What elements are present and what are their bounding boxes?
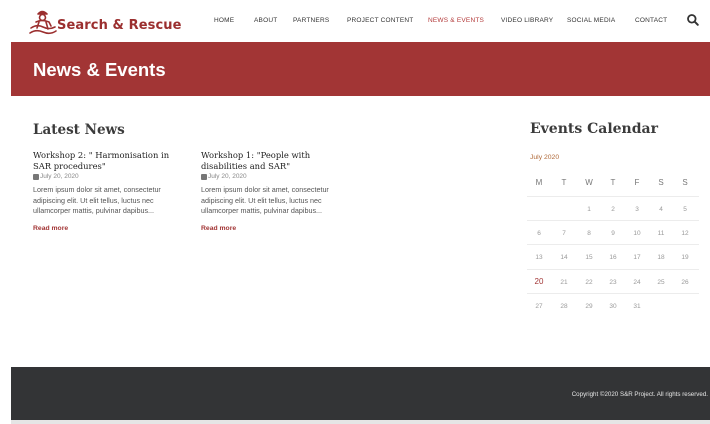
- post-date-text: July 20, 2020: [208, 173, 247, 180]
- calendar-day: 3: [635, 206, 639, 213]
- calendar-day: 8: [587, 230, 591, 238]
- calendar-day: 25: [657, 278, 665, 286]
- calendar-grid: M T W T F S S 1 2 3 4 5 6 7 8 9 10 11 12…: [527, 170, 699, 317]
- bottom-divider: [11, 420, 710, 424]
- calendar-day: 19: [681, 254, 689, 262]
- calendar-day: 30: [609, 302, 617, 310]
- calendar-day: 1: [587, 206, 591, 213]
- weekday-label: M: [535, 178, 543, 187]
- calendar-day: 14: [560, 254, 568, 262]
- calendar-day: 7: [562, 230, 566, 238]
- calendar-day: 16: [609, 254, 617, 262]
- calendar-day: 21: [560, 278, 568, 286]
- post-date: July 20, 2020: [33, 173, 183, 180]
- calendar-day: 11: [657, 230, 665, 238]
- calendar-icon: [33, 173, 39, 180]
- calendar-weekday-row: M T W T F S S: [527, 170, 699, 196]
- calendar-day: 22: [585, 278, 593, 286]
- weekday-label: S: [682, 178, 688, 187]
- weekday-label: T: [610, 178, 616, 187]
- events-calendar-heading: Events Calendar: [530, 121, 658, 137]
- calendar-day: 13: [535, 254, 543, 262]
- weekday-label: F: [634, 178, 640, 187]
- nav-item-contact[interactable]: CONTACT: [635, 17, 667, 24]
- calendar-day: 18: [657, 254, 665, 262]
- calendar-week-row: 13 14 15 16 17 18 19: [527, 244, 699, 268]
- copyright-text: Copyright ©2020 S&R Project. All rights …: [571, 391, 708, 398]
- calendar-day: 9: [611, 230, 615, 238]
- weekday-label: T: [561, 178, 567, 187]
- calendar-day: 26: [681, 278, 689, 286]
- calendar-day: 31: [633, 302, 641, 310]
- read-more-link[interactable]: Read more: [33, 225, 68, 232]
- calendar-month: July 2020: [530, 154, 560, 161]
- main-nav: HOME ABOUT PARTNERS PROJECT CONTENT NEWS…: [0, 0, 710, 42]
- calendar-day: 23: [609, 278, 617, 286]
- page-title: News & Events: [33, 59, 166, 80]
- weekday-label: W: [585, 178, 593, 187]
- nav-item-home[interactable]: HOME: [214, 17, 234, 24]
- calendar-day: 10: [633, 230, 641, 238]
- calendar-icon: [201, 173, 207, 180]
- calendar-day: 27: [535, 302, 543, 310]
- post-excerpt: Lorem ipsum dolor sit amet, consectetur …: [201, 185, 329, 216]
- calendar-day: 6: [537, 230, 541, 238]
- nav-item-news-events[interactable]: NEWS & EVENTS: [428, 17, 484, 24]
- post-title[interactable]: Workshop 2: " Harmonisation in SAR proce…: [33, 150, 183, 172]
- nav-item-about[interactable]: ABOUT: [254, 17, 277, 24]
- post-title[interactable]: Workshop 1: "People with disabilities an…: [201, 150, 351, 172]
- search-icon[interactable]: [686, 13, 700, 27]
- nav-item-partners[interactable]: PARTNERS: [293, 17, 329, 24]
- weekday-label: S: [658, 178, 664, 187]
- calendar-week-row: 27 28 29 30 31: [527, 292, 699, 317]
- calendar-week-row: 6 7 8 9 10 11 12: [527, 220, 699, 244]
- news-post: Workshop 2: " Harmonisation in SAR proce…: [33, 150, 183, 235]
- nav-item-project-content[interactable]: PROJECT CONTENT: [347, 17, 413, 24]
- calendar-day: 5: [683, 206, 687, 213]
- page-banner: News & Events: [11, 42, 710, 96]
- calendar-week-row: 1 2 3 4 5: [527, 196, 699, 220]
- calendar-day: 15: [585, 254, 593, 262]
- calendar-week-row: 20 21 22 23 24 25 26: [527, 268, 699, 293]
- latest-news-heading: Latest News: [33, 122, 125, 138]
- calendar-day: 24: [633, 278, 641, 286]
- calendar-day: 29: [585, 302, 593, 310]
- calendar-day: 2: [611, 206, 615, 213]
- post-date-text: July 20, 2020: [40, 173, 79, 180]
- site-footer: Copyright ©2020 S&R Project. All rights …: [11, 367, 710, 420]
- calendar-day-today[interactable]: 20: [527, 277, 551, 286]
- calendar-day: 12: [681, 230, 689, 238]
- calendar-day: 28: [560, 302, 568, 310]
- post-date: July 20, 2020: [201, 173, 351, 180]
- news-post: Workshop 1: "People with disabilities an…: [201, 150, 351, 235]
- calendar-day: 17: [633, 254, 641, 262]
- nav-item-video-library[interactable]: VIDEO LIBRARY: [501, 17, 553, 24]
- post-excerpt: Lorem ipsum dolor sit amet, consectetur …: [33, 185, 161, 216]
- read-more-link[interactable]: Read more: [201, 225, 236, 232]
- site-header: Search & Rescue HOME ABOUT PARTNERS PROJ…: [0, 0, 710, 42]
- nav-item-social-media[interactable]: SOCIAL MEDIA: [567, 17, 615, 24]
- calendar-day: 4: [659, 206, 663, 213]
